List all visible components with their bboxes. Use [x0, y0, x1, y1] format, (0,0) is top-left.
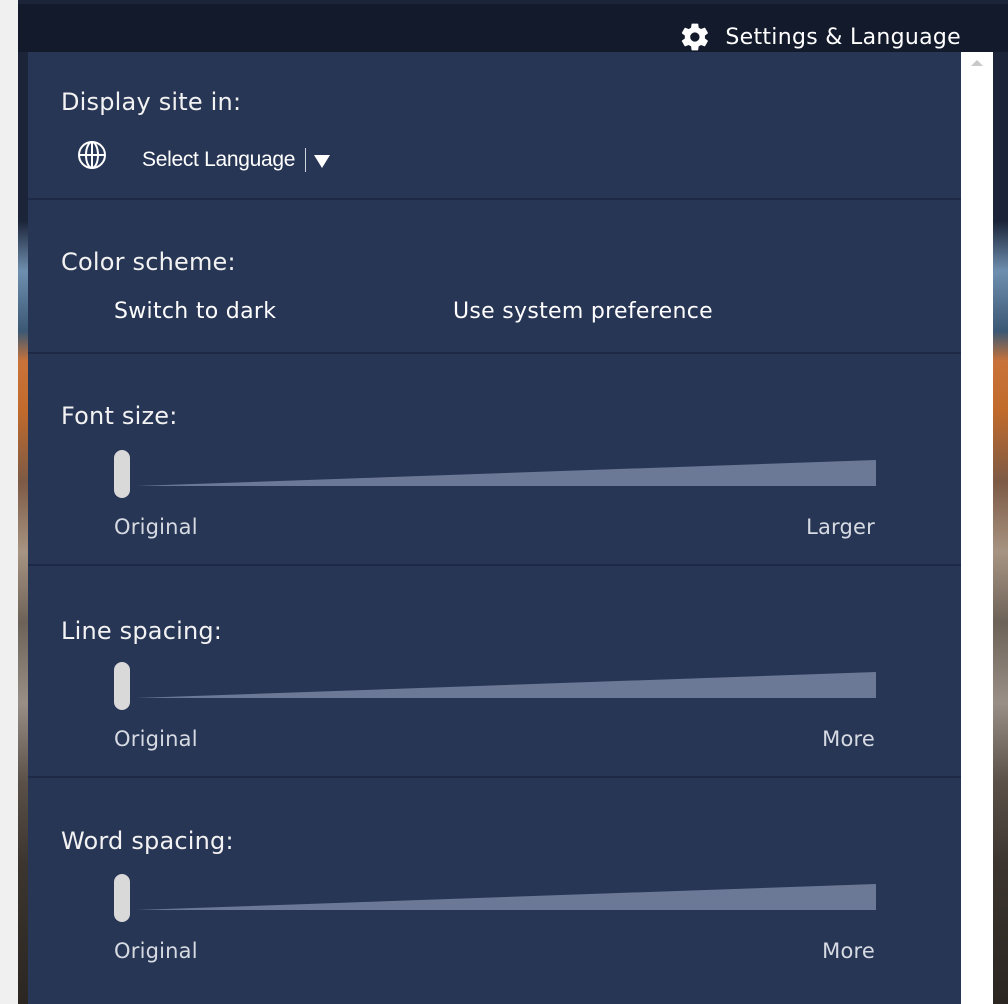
scroll-up-arrow-icon[interactable]: [971, 60, 983, 66]
triangle-down-icon: [314, 154, 331, 168]
font-size-heading: Font size:: [61, 402, 178, 430]
settings-language-label: Settings & Language: [725, 24, 961, 50]
word-spacing-slider-thumb[interactable]: [114, 874, 130, 922]
panel-scrollbar[interactable]: [961, 52, 993, 1004]
settings-screen: Settings & Language Display site in: Sel…: [0, 0, 1008, 1004]
globe-icon: [78, 141, 106, 169]
line-spacing-max-label: More: [822, 727, 875, 751]
line-spacing-heading: Line spacing:: [61, 617, 223, 645]
settings-language-toggle[interactable]: Settings & Language: [679, 21, 961, 53]
word-spacing-heading: Word spacing:: [61, 827, 234, 855]
font-size-max-label: Larger: [806, 515, 875, 539]
line-spacing-section: Line spacing: Original More: [28, 566, 961, 778]
settings-panel: Display site in: Select Language Color s…: [28, 52, 961, 1004]
line-spacing-slider-thumb[interactable]: [114, 662, 130, 710]
font-size-section: Font size: Original Larger: [28, 354, 961, 566]
color-scheme-heading: Color scheme:: [61, 248, 236, 276]
word-spacing-section: Word spacing: Original More: [28, 778, 961, 1004]
font-size-min-label: Original: [114, 515, 198, 539]
font-size-slider[interactable]: [114, 448, 876, 500]
font-size-track: [136, 460, 876, 486]
use-system-preference-button[interactable]: Use system preference: [453, 299, 713, 324]
word-spacing-min-label: Original: [114, 939, 198, 963]
language-select-divider: [305, 148, 307, 172]
language-select-label: Select Language: [142, 148, 296, 171]
word-spacing-max-label: More: [822, 939, 875, 963]
switch-to-dark-button[interactable]: Switch to dark: [114, 299, 276, 324]
language-select[interactable]: Select Language: [142, 148, 331, 172]
line-spacing-track: [136, 672, 876, 698]
word-spacing-track: [136, 884, 876, 910]
color-scheme-section: Color scheme: Switch to dark Use system …: [28, 200, 961, 354]
font-size-slider-thumb[interactable]: [114, 450, 130, 498]
word-spacing-slider[interactable]: [114, 872, 876, 924]
line-spacing-slider[interactable]: [114, 660, 876, 712]
top-bar: Settings & Language: [18, 4, 1008, 52]
display-language-section: Display site in: Select Language: [28, 52, 961, 200]
gear-icon: [682, 23, 709, 51]
display-language-heading: Display site in:: [61, 88, 242, 116]
line-spacing-min-label: Original: [114, 727, 198, 751]
